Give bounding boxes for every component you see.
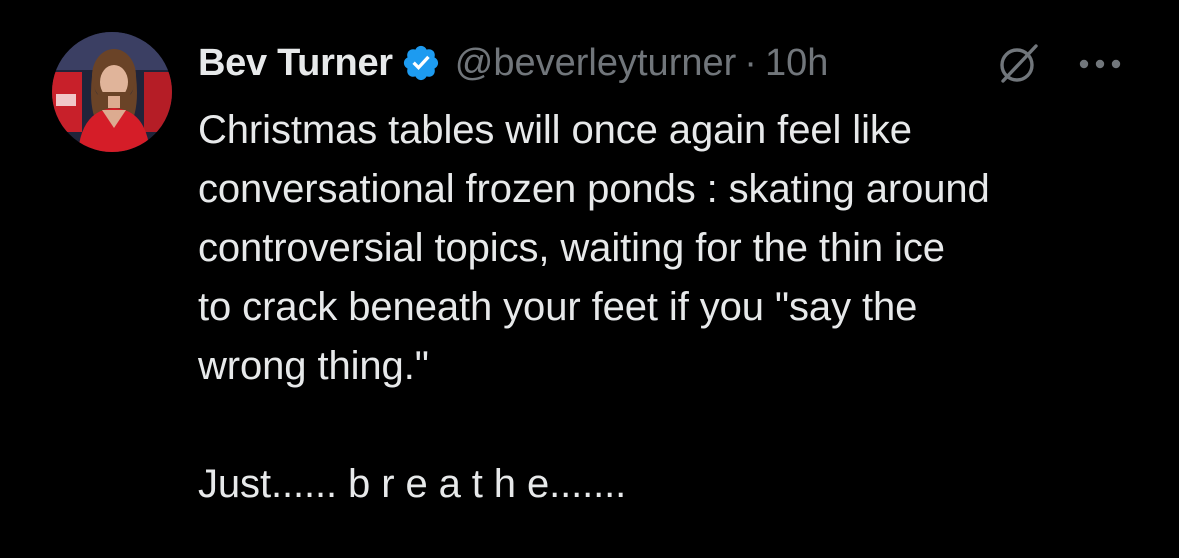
avatar-image	[52, 32, 172, 152]
timestamp[interactable]: 10h	[765, 42, 828, 85]
tweet-header: Bev Turner @beverleyturner · 10h	[198, 38, 828, 88]
tweet-paragraph-1: Christmas tables will once again feel li…	[198, 108, 990, 388]
verified-badge-icon[interactable]	[401, 43, 441, 83]
tweet-paragraph-2: Just...... b r e a t h e.......	[198, 462, 627, 506]
separator: ·	[744, 41, 757, 84]
more-options-icon[interactable]	[1074, 46, 1126, 82]
avatar[interactable]	[52, 32, 172, 152]
grok-icon[interactable]	[994, 40, 1042, 88]
tweet-text: Christmas tables will once again feel li…	[198, 101, 1158, 514]
tweet[interactable]: Bev Turner @beverleyturner · 10h Christm…	[0, 0, 1179, 558]
display-name[interactable]: Bev Turner	[198, 42, 393, 85]
handle[interactable]: @beverleyturner	[455, 42, 736, 85]
